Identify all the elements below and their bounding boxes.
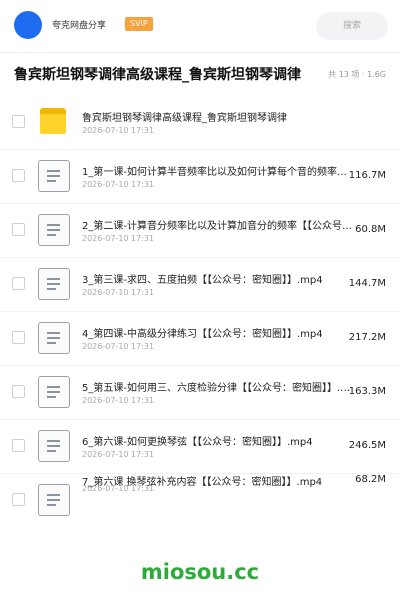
file-date: 2026-07-10 17:31 (82, 288, 155, 297)
select-checkbox[interactable] (12, 277, 25, 290)
list-item[interactable]: 1_第一课-如何计算半音频率比以及如何计算每个音的频率【【公众号：密知圈】】.m… (0, 150, 400, 204)
file-name: 1_第一课-如何计算半音频率比以及如何计算每个音的频率【【公众号：密知圈】】.m… (82, 167, 352, 178)
header-bar: 夸克网盘分享 SVIP 搜索 (0, 0, 400, 52)
file-size: 163.3M (348, 386, 386, 397)
list-item[interactable]: 5_第五课-如何用三、六度检验分律【【公众号：密知圈】】.mp4 2026-07… (0, 366, 400, 420)
document-icon (38, 484, 70, 516)
page-title: 鲁宾斯坦钢琴调律高级课程_鲁宾斯坦钢琴调律 (14, 67, 301, 83)
header-divider (0, 52, 400, 53)
select-checkbox[interactable] (12, 223, 25, 236)
file-date: 2026-07-10 17:31 (82, 396, 155, 405)
file-date: 2026-07-10 17:31 (82, 450, 155, 459)
file-name: 2_第二课-计算音分频率比以及计算加音分的频率【【公众号：密知圈】】.mp4 (82, 221, 352, 232)
file-date: 2026-07-10 17:31 (82, 234, 155, 243)
svip-badge: SVIP (125, 17, 153, 31)
select-checkbox[interactable] (12, 115, 25, 128)
list-item[interactable]: 4_第四课-中高级分律练习【【公众号：密知圈】】.mp4 2026-07-10 … (0, 312, 400, 366)
file-date: 2026-07-10 17:31 (82, 342, 155, 351)
file-name: 鲁宾斯坦钢琴调律高级课程_鲁宾斯坦钢琴调律 (82, 113, 287, 124)
document-icon (38, 214, 70, 246)
site-watermark: miosou.cc (140, 560, 260, 584)
file-date: 2026-07-10 17:31 (82, 180, 155, 189)
document-icon (38, 430, 70, 462)
file-size: 60.8M (355, 224, 386, 235)
select-checkbox[interactable] (12, 493, 25, 506)
document-icon (38, 268, 70, 300)
title-row: 鲁宾斯坦钢琴调律高级课程_鲁宾斯坦钢琴调律 共 13 项 · 1.6G (0, 60, 400, 94)
file-name: 7_第六课 换琴弦补充内容【【公众号：密知圈】】.mp4 (82, 477, 323, 488)
file-date: 2026-07-10 17:31 (82, 126, 155, 135)
list-item[interactable]: 2026-07-10 17:31 7_第六课 换琴弦补充内容【【公众号：密知圈】… (0, 474, 400, 528)
file-size: 217.2M (348, 332, 386, 343)
list-item[interactable]: 6_第六课-如何更换琴弦【【公众号：密知圈】】.mp4 2026-07-10 1… (0, 420, 400, 474)
item-count: 共 13 项 · 1.6G (328, 70, 386, 79)
file-name: 5_第五课-如何用三、六度检验分律【【公众号：密知圈】】.mp4 (82, 383, 352, 394)
file-size: 68.2M (355, 474, 386, 485)
select-checkbox[interactable] (12, 385, 25, 398)
list-item[interactable]: 3_第三课-求四、五度拍频【【公众号：密知圈】】.mp4 2026-07-10 … (0, 258, 400, 312)
file-list: 鲁宾斯坦钢琴调律高级课程_鲁宾斯坦钢琴调律 2026-07-10 17:31 1… (0, 96, 400, 528)
file-name: 4_第四课-中高级分律练习【【公众号：密知圈】】.mp4 (82, 329, 323, 340)
document-icon (38, 160, 70, 192)
list-item[interactable]: 鲁宾斯坦钢琴调律高级课程_鲁宾斯坦钢琴调律 2026-07-10 17:31 (0, 96, 400, 150)
file-name: 6_第六课-如何更换琴弦【【公众号：密知圈】】.mp4 (82, 437, 313, 448)
file-size: 246.5M (348, 440, 386, 451)
app-name: 夸克网盘分享 (52, 21, 107, 31)
list-item[interactable]: 2_第二课-计算音分频率比以及计算加音分的频率【【公众号：密知圈】】.mp4 2… (0, 204, 400, 258)
file-size: 116.7M (348, 170, 386, 181)
folder-icon (38, 106, 70, 138)
document-icon (38, 322, 70, 354)
select-checkbox[interactable] (12, 331, 25, 344)
document-icon (38, 376, 70, 408)
select-checkbox[interactable] (12, 439, 25, 452)
select-checkbox[interactable] (12, 169, 25, 182)
user-avatar[interactable] (14, 11, 42, 39)
file-size: 144.7M (348, 278, 386, 289)
search-input[interactable]: 搜索 (316, 12, 388, 40)
file-name: 3_第三课-求四、五度拍频【【公众号：密知圈】】.mp4 (82, 275, 323, 286)
